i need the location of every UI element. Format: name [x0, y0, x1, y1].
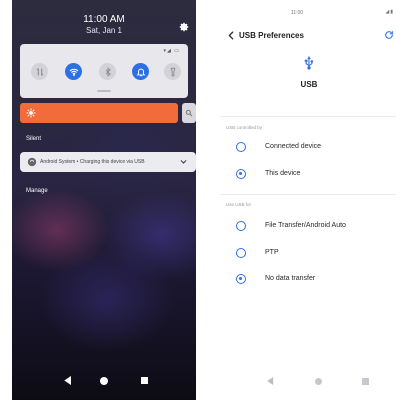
silent-section-label: Silent	[26, 136, 42, 142]
brightness-sun-icon	[26, 108, 36, 118]
section-heading-use-for: Use USB for	[226, 202, 252, 207]
refresh-icon[interactable]	[384, 30, 394, 40]
recents-button[interactable]	[362, 378, 369, 385]
panel-expand-handle[interactable]	[97, 90, 111, 92]
data-transfer-toggle[interactable]	[31, 63, 48, 80]
usb-icon	[304, 56, 314, 70]
option-label: No data transfer	[265, 275, 316, 282]
status-icons: ▾◢ ▭	[163, 48, 180, 54]
radio-button[interactable]	[236, 221, 246, 231]
option-label: PTP	[265, 249, 279, 256]
option-file-transfer[interactable]: File Transfer/Android Auto	[228, 219, 396, 233]
wifi-toggle[interactable]	[65, 63, 82, 80]
navigation-bar	[12, 374, 196, 390]
option-this-device[interactable]: This device	[228, 167, 396, 181]
home-button[interactable]	[315, 378, 322, 385]
home-button[interactable]	[100, 377, 108, 385]
notification-bell-icon	[136, 68, 145, 76]
divider	[220, 116, 396, 117]
chevron-down-icon[interactable]	[179, 158, 188, 166]
radio-button[interactable]	[236, 142, 246, 152]
radio-button[interactable]	[236, 169, 246, 179]
gear-icon[interactable]	[179, 22, 190, 33]
date: Sat, Jan 1	[85, 26, 123, 35]
notification-text: Android System • Charging this device vi…	[40, 159, 145, 165]
status-clock: 11:00	[290, 10, 304, 16]
status-icons: ◢▮	[385, 9, 394, 15]
data-transfer-icon	[36, 67, 43, 76]
flashlight-toggle[interactable]	[164, 63, 181, 80]
quick-settings-panel: ▾◢ ▭	[20, 44, 188, 98]
manage-button[interactable]: Manage	[26, 188, 48, 194]
divider	[220, 194, 396, 195]
recents-button[interactable]	[141, 377, 148, 384]
android-system-icon	[27, 157, 37, 167]
brightness-slider[interactable]	[20, 103, 178, 123]
back-triangle-icon[interactable]	[267, 377, 274, 385]
notification-shade-screen: 11:00 AM Sat, Jan 1 ▾◢ ▭ Silent Android …	[12, 0, 196, 400]
usb-preferences-screen: 11:00 ◢▮ USB Preferences USB USB control…	[212, 0, 396, 400]
radio-button[interactable]	[236, 274, 246, 284]
search-button[interactable]	[182, 103, 196, 123]
flashlight-icon	[170, 67, 175, 76]
wifi-icon	[69, 68, 78, 76]
option-label: This device	[265, 170, 301, 177]
bluetooth-toggle[interactable]	[99, 63, 116, 80]
back-arrow-icon[interactable]	[227, 31, 235, 40]
option-no-data-transfer[interactable]: No data transfer	[228, 272, 396, 286]
page-title: USB Preferences	[239, 31, 304, 40]
section-heading-controlled-by: USB controlled by	[226, 125, 263, 130]
navigation-bar	[212, 375, 396, 391]
search-icon	[185, 109, 193, 117]
option-label: Connected device	[265, 143, 322, 150]
option-connected-device[interactable]: Connected device	[228, 140, 396, 154]
option-label: File Transfer/Android Auto	[265, 222, 346, 229]
usb-heading: USB	[300, 80, 318, 89]
notification-toggle[interactable]	[132, 63, 149, 80]
usb-charging-notification[interactable]: Android System • Charging this device vi…	[20, 152, 196, 172]
radio-button[interactable]	[236, 248, 246, 258]
clock: 11:00 AM	[83, 14, 125, 25]
option-ptp[interactable]: PTP	[228, 246, 396, 260]
bluetooth-icon	[105, 66, 111, 77]
back-triangle-icon[interactable]	[64, 376, 72, 385]
